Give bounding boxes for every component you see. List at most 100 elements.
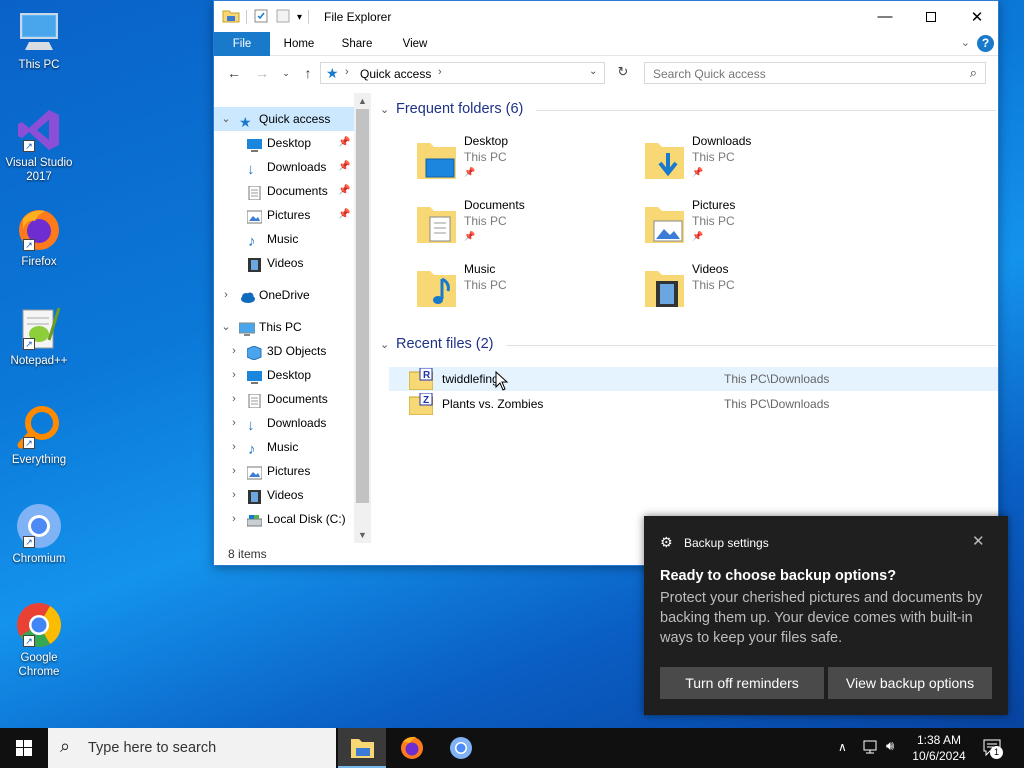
new-folder-icon[interactable] (275, 8, 291, 27)
nav-item-music[interactable]: ♪ Music (214, 227, 354, 251)
scroll-up-arrow-icon[interactable]: ▲ (354, 93, 371, 109)
title-bar[interactable]: ▾ File Explorer — ✕ (214, 1, 998, 32)
search-input[interactable]: Search Quick access ⌕ (644, 62, 986, 84)
pin-icon[interactable]: 📌 (338, 179, 350, 203)
chevron-right-icon[interactable]: › (228, 483, 240, 507)
folder-tile-music[interactable]: Music This PC (416, 261, 636, 317)
up-button[interactable]: ↑ (298, 63, 318, 83)
nav-item-quick-access[interactable]: ⌄ ★ Quick access (214, 107, 354, 131)
desktop-icon-everything[interactable]: ↗ Everything (4, 403, 74, 467)
forward-button[interactable]: → (252, 63, 272, 83)
turn-off-reminders-button[interactable]: Turn off reminders (660, 667, 824, 699)
recent-file-row[interactable]: R twiddlefing This PC\Downloads (389, 367, 998, 391)
desktop-icon-notepad-plus[interactable]: ↗ Notepad++ (4, 304, 74, 368)
breadcrumb-chevron-icon[interactable]: › (345, 66, 349, 78)
volume-icon[interactable]: 🔊︎ (886, 738, 894, 768)
pin-icon[interactable]: 📌 (338, 203, 350, 227)
chromium-icon (450, 737, 472, 759)
pin-icon[interactable]: 📌 (338, 155, 350, 179)
group-header-frequent[interactable]: Frequent folders (6) (396, 101, 523, 117)
chevron-down-icon[interactable]: ⌄ (220, 107, 232, 131)
nav-item-onedrive[interactable]: › OneDrive (214, 283, 354, 307)
chevron-right-icon[interactable]: › (228, 411, 240, 435)
scroll-down-arrow-icon[interactable]: ▼ (354, 527, 371, 543)
show-hidden-icons-chevron-up-icon[interactable]: ∧ (838, 740, 847, 768)
chevron-down-icon[interactable]: ⌄ (380, 103, 389, 116)
address-dropdown-icon[interactable]: ⌄ (589, 66, 597, 77)
nav-item-pc-pictures[interactable]: › Pictures (214, 459, 354, 483)
pin-icon[interactable]: 📌 (338, 131, 350, 155)
recent-file-row[interactable]: Z Plants vs. Zombies This PC\Downloads (389, 392, 998, 416)
help-icon[interactable]: ? (977, 35, 994, 52)
music-folder-icon (416, 265, 458, 309)
chevron-right-icon[interactable]: › (228, 363, 240, 387)
properties-icon[interactable] (253, 8, 269, 27)
desktop-icon-chromium[interactable]: ↗ Chromium (4, 502, 74, 566)
nav-item-pc-music[interactable]: › ♪ Music (214, 435, 354, 459)
tab-file[interactable]: File (214, 32, 270, 56)
nav-item-pc-desktop[interactable]: › Desktop (214, 363, 354, 387)
desktop-icon-this-pc[interactable]: This PC (4, 8, 74, 72)
nav-item-3d-objects[interactable]: › 3D Objects (214, 339, 354, 363)
nav-pane-scrollbar[interactable]: ▲ ▼ (354, 93, 371, 543)
address-bar[interactable]: ★ › Quick access › ⌄ (320, 62, 605, 84)
backup-notification[interactable]: ⚙ Backup settings ✕ Ready to choose back… (644, 516, 1008, 715)
expand-ribbon-chevron-icon[interactable]: ⌄ (961, 36, 970, 49)
nav-item-desktop[interactable]: Desktop 📌 (214, 131, 354, 155)
notification-close-button[interactable]: ✕ (972, 532, 985, 550)
taskbar-file-explorer[interactable] (338, 728, 386, 768)
scrollbar-thumb[interactable] (356, 109, 369, 503)
folder-tile-documents[interactable]: Documents This PC 📌 (416, 197, 636, 253)
music-note-icon: ♪ (248, 441, 256, 458)
file-explorer-window[interactable]: ▾ File Explorer — ✕ File Home Share View… (213, 0, 999, 566)
action-center-button[interactable]: 1 (982, 738, 1004, 768)
nav-item-local-disk[interactable]: › Local Disk (C:) (214, 507, 354, 531)
chevron-down-icon[interactable]: ▾ (297, 12, 302, 23)
minimize-button[interactable]: — (862, 1, 908, 32)
taskbar-firefox[interactable] (388, 728, 436, 768)
network-icon[interactable] (862, 738, 880, 768)
tile-name: Desktop (464, 134, 509, 148)
maximize-button[interactable] (908, 1, 954, 32)
nav-item-downloads[interactable]: ↓ Downloads 📌 (214, 155, 354, 179)
desktop-icon-visual-studio[interactable]: ↗ Visual Studio 2017 (4, 106, 74, 184)
nav-item-pc-downloads[interactable]: › ↓ Downloads (214, 411, 354, 435)
chevron-down-icon[interactable]: ⌄ (220, 315, 232, 339)
breadcrumb[interactable]: Quick access (360, 67, 431, 81)
nav-item-pictures[interactable]: Pictures 📌 (214, 203, 354, 227)
chevron-right-icon[interactable]: › (228, 435, 240, 459)
start-button[interactable] (0, 728, 48, 768)
nav-item-pc-videos[interactable]: › Videos (214, 483, 354, 507)
chevron-right-icon[interactable]: › (228, 339, 240, 363)
folder-tile-videos[interactable]: Videos This PC (644, 261, 864, 317)
close-button[interactable]: ✕ (954, 1, 1000, 32)
nav-item-this-pc[interactable]: ⌄ This PC (214, 315, 354, 339)
clock[interactable]: 1:38 AM 10/6/2024 (904, 732, 974, 764)
film-icon (247, 256, 262, 272)
refresh-button[interactable]: ↻ (614, 64, 632, 82)
back-button[interactable]: ← (224, 63, 244, 83)
desktop-icon-firefox[interactable]: ↗ Firefox (4, 205, 74, 269)
chevron-right-icon[interactable]: › (220, 283, 232, 307)
nav-item-documents[interactable]: Documents 📌 (214, 179, 354, 203)
folder-tile-desktop[interactable]: Desktop This PC 📌 (416, 133, 636, 189)
chevron-right-icon[interactable]: › (228, 507, 240, 531)
breadcrumb-chevron-icon[interactable]: › (438, 66, 442, 78)
view-backup-options-button[interactable]: View backup options (828, 667, 992, 699)
chevron-right-icon[interactable]: › (228, 459, 240, 483)
taskbar-chromium[interactable] (437, 728, 485, 768)
recent-locations-button[interactable]: ⌄ (276, 63, 296, 83)
taskbar-search-box[interactable]: ⌕ Type here to search (48, 728, 336, 768)
desktop-icon-google-chrome[interactable]: ↗ Google Chrome (4, 601, 74, 679)
tab-view[interactable]: View (392, 32, 438, 56)
chevron-right-icon[interactable]: › (228, 387, 240, 411)
tab-home[interactable]: Home (276, 32, 322, 56)
recent-file-name: twiddlefing (442, 372, 499, 386)
chevron-down-icon[interactable]: ⌄ (380, 338, 389, 351)
nav-item-videos[interactable]: Videos (214, 251, 354, 275)
tab-share[interactable]: Share (334, 32, 380, 56)
nav-item-pc-documents[interactable]: › Documents (214, 387, 354, 411)
group-header-recent[interactable]: Recent files (2) (396, 336, 494, 352)
folder-tile-pictures[interactable]: Pictures This PC 📌 (644, 197, 864, 253)
folder-tile-downloads[interactable]: Downloads This PC 📌 (644, 133, 864, 189)
